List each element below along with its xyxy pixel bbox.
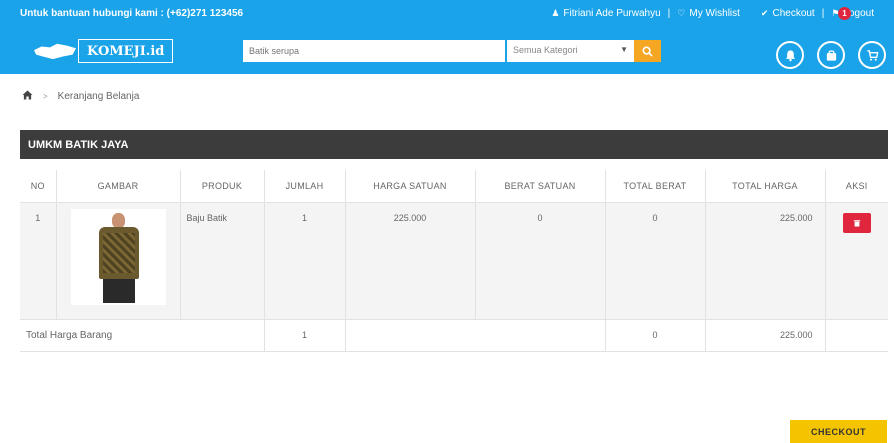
- unit-price: 225.000: [345, 202, 476, 320]
- product-quantity: 1: [264, 202, 346, 320]
- row-number: 1: [20, 202, 57, 320]
- unit-weight: 0: [475, 202, 606, 320]
- search-button[interactable]: [634, 40, 661, 62]
- separator: |: [821, 8, 825, 19]
- grand-total-price: 225.000: [705, 319, 826, 352]
- breadcrumb: > Keranjang Belanja: [22, 90, 139, 103]
- user-icon: ♟: [551, 8, 560, 18]
- total-price: 225.000: [705, 202, 826, 320]
- cart-total-row: Total Harga Barang 1 0 225.000: [20, 319, 888, 352]
- cart-count-badge: 1: [838, 7, 851, 20]
- search-input[interactable]: [243, 40, 505, 62]
- product-name: Baju Batik: [180, 202, 265, 320]
- category-select[interactable]: Semua Kategori ▼: [507, 40, 634, 62]
- column-header: TOTAL HARGA: [705, 170, 826, 203]
- caret-down-icon: ▼: [620, 45, 628, 54]
- total-label: Total Harga Barang: [20, 319, 265, 352]
- column-header: TOTAL BERAT: [605, 170, 706, 203]
- category-selected-value: Semua Kategori: [513, 45, 578, 55]
- search-icon: [642, 45, 653, 57]
- column-header: PRODUK: [180, 170, 265, 203]
- cart-icon: [866, 49, 878, 61]
- checkout-button[interactable]: CHECKOUT: [790, 420, 887, 443]
- home-link[interactable]: [22, 90, 33, 103]
- check-icon: ✔: [760, 8, 769, 18]
- trash-icon: [853, 219, 860, 227]
- account-links: ♟ Fitriani Ade Purwahyu | ♡ My Wishlist …: [551, 8, 874, 19]
- wishlist-link[interactable]: ♡ My Wishlist: [677, 8, 740, 19]
- top-info-bar: Untuk bantuan hubungi kami : (+62)271 12…: [0, 0, 894, 28]
- column-header: AKSI: [825, 170, 888, 203]
- site-logo[interactable]: KOMEJI.id: [34, 39, 174, 63]
- column-header: JUMLAH: [264, 170, 346, 203]
- action-cell: [825, 202, 888, 320]
- product-image-cell: [56, 202, 181, 320]
- column-header: BERAT SATUAN: [475, 170, 606, 203]
- user-name: Fitriani Ade Purwahyu: [563, 8, 661, 19]
- cart-button[interactable]: [858, 41, 886, 69]
- table-row: 1 Baju Batik 1 225.000 0 0 225.000: [20, 202, 888, 320]
- grand-total-weight: 0: [605, 319, 706, 352]
- empty-cell: [345, 319, 606, 352]
- store-name: UMKM BATIK JAYA: [28, 139, 129, 151]
- help-contact-text: Untuk bantuan hubungi kami : (+62)271 12…: [20, 8, 244, 19]
- checkout-label: Checkout: [772, 8, 815, 19]
- column-header: HARGA SATUAN: [345, 170, 476, 203]
- column-header: GAMBAR: [56, 170, 181, 203]
- breadcrumb-current: Keranjang Belanja: [57, 91, 140, 102]
- home-icon: [22, 90, 33, 100]
- shopping-bag-icon: [826, 49, 836, 61]
- map-logo-icon: [34, 43, 76, 60]
- bell-icon: [785, 49, 795, 61]
- product-image[interactable]: [70, 208, 166, 305]
- wishlist-label: My Wishlist: [689, 8, 740, 19]
- shopping-bag-button[interactable]: [817, 41, 845, 69]
- breadcrumb-separator: >: [43, 92, 48, 101]
- delete-item-button[interactable]: [842, 212, 871, 233]
- total-weight: 0: [605, 202, 706, 320]
- logo-text: KOMEJI.id: [78, 39, 174, 63]
- user-profile-link[interactable]: ♟ Fitriani Ade Purwahyu: [551, 8, 660, 19]
- empty-cell: [825, 319, 888, 352]
- store-name-bar: UMKM BATIK JAYA: [20, 130, 888, 159]
- cart-table: NO GAMBAR PRODUK JUMLAH HARGA SATUAN BER…: [20, 170, 888, 352]
- total-quantity: 1: [264, 319, 346, 352]
- separator: |: [667, 8, 671, 19]
- table-header-row: NO GAMBAR PRODUK JUMLAH HARGA SATUAN BER…: [20, 170, 888, 203]
- column-header: NO: [20, 170, 57, 203]
- notification-button[interactable]: [776, 41, 804, 69]
- main-header: KOMEJI.id Semua Kategori ▼: [0, 28, 894, 74]
- checkout-link[interactable]: ✔ Checkout: [761, 8, 815, 19]
- heart-icon: ♡: [677, 8, 686, 18]
